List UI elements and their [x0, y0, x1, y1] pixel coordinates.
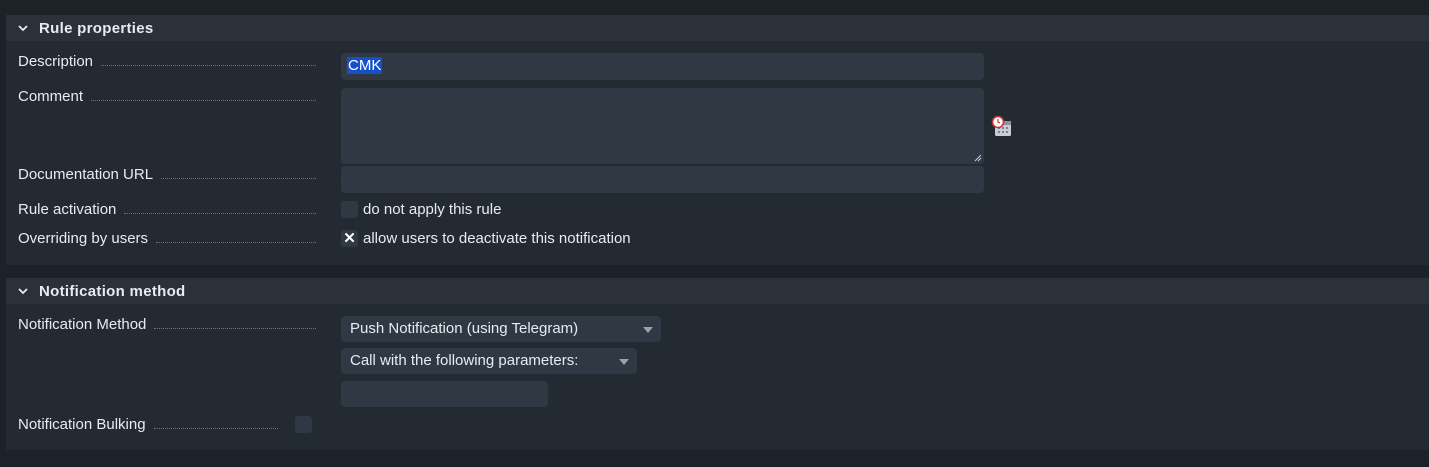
dots-leader: [91, 100, 316, 101]
notification-bulking-label: Notification Bulking: [18, 416, 278, 433]
notification-method-dropdown[interactable]: Push Notification (using Telegram): [341, 316, 661, 342]
notification-bulking-checkbox[interactable]: [295, 416, 312, 433]
comment-label: Comment: [18, 88, 316, 105]
rule-properties-header[interactable]: Rule properties: [6, 15, 1429, 41]
notification-method-label: Notification Method: [18, 316, 316, 333]
dropdown-arrow-icon: [619, 359, 629, 365]
dropdown-value: Push Notification (using Telegram): [350, 320, 579, 337]
chevron-down-icon: [18, 288, 28, 295]
notification-method-header[interactable]: Notification method: [6, 278, 1429, 304]
check-mark-icon: ✕: [343, 230, 356, 247]
chevron-down-icon: [18, 25, 28, 32]
section-title: Notification method: [39, 282, 186, 300]
documentation-url-input[interactable]: [341, 166, 984, 193]
dropdown-value: Call with the following parameters:: [350, 352, 579, 369]
dots-leader: [124, 213, 316, 214]
description-value: CMK: [347, 57, 383, 74]
rule-activation-label: Rule activation: [18, 201, 316, 218]
parameter-input[interactable]: [341, 381, 548, 407]
section-title: Rule properties: [39, 19, 154, 37]
rule-activation-checkbox[interactable]: [341, 201, 358, 218]
overriding-label: Overriding by users: [18, 230, 316, 247]
rule-activation-checkbox-label[interactable]: do not apply this rule: [363, 201, 501, 218]
timestamp-calendar-icon[interactable]: [991, 115, 1013, 137]
description-input[interactable]: CMK: [341, 53, 984, 80]
dots-leader: [154, 328, 316, 329]
overriding-checkbox-label[interactable]: allow users to deactivate this notificat…: [363, 230, 631, 247]
dots-leader: [161, 178, 316, 179]
dots-leader: [156, 242, 316, 243]
dropdown-arrow-icon: [643, 327, 653, 333]
documentation-url-label: Documentation URL: [18, 166, 316, 183]
dots-leader: [101, 65, 316, 66]
resize-handle-icon[interactable]: [974, 154, 982, 162]
comment-textarea[interactable]: [341, 88, 984, 164]
dots-leader: [153, 428, 278, 429]
call-parameters-dropdown[interactable]: Call with the following parameters:: [341, 348, 637, 374]
description-label: Description: [18, 53, 316, 70]
overriding-checkbox[interactable]: ✕: [341, 230, 358, 247]
